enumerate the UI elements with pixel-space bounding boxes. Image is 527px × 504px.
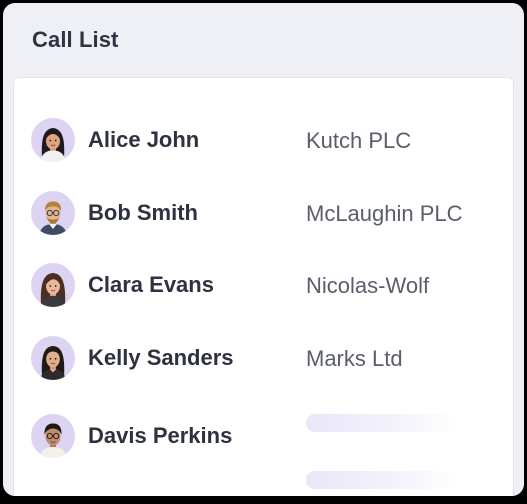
list-item[interactable]: Bob Smith McLaughin PLC bbox=[14, 188, 513, 238]
loading-placeholder bbox=[306, 414, 456, 432]
contact-company: McLaughin PLC bbox=[306, 201, 463, 226]
call-list-panel: Alice John Kutch PLC Bob Smith McLaughin… bbox=[13, 77, 514, 496]
female-avatar-icon bbox=[31, 263, 75, 307]
contact-name: Davis Perkins bbox=[88, 423, 233, 448]
contact-name: Clara Evans bbox=[88, 272, 214, 297]
list-item[interactable]: Alice John Kutch PLC bbox=[14, 115, 513, 165]
list-item[interactable]: Kelly Sanders Marks Ltd bbox=[14, 333, 513, 383]
contact-name: Alice John bbox=[88, 127, 200, 152]
contact-name: Bob Smith bbox=[88, 200, 198, 225]
contact-company: Kutch PLC bbox=[306, 128, 412, 153]
contact-company: Nicolas-Wolf bbox=[306, 273, 430, 298]
male-glasses-avatar-icon bbox=[31, 191, 75, 235]
call-list-card: Call List Alice John Kutch PLC Bob Smith… bbox=[3, 3, 524, 496]
contact-name: Kelly Sanders bbox=[88, 345, 234, 370]
card-header: Call List bbox=[3, 3, 524, 75]
loading-placeholder bbox=[306, 471, 456, 489]
female-avatar-icon bbox=[31, 118, 75, 162]
list-item[interactable]: Clara Evans Nicolas-Wolf bbox=[14, 260, 513, 310]
female-avatar-icon bbox=[31, 336, 75, 380]
male-glasses-avatar-icon bbox=[31, 414, 75, 458]
contact-company: Marks Ltd bbox=[306, 346, 403, 371]
card-title: Call List bbox=[32, 27, 119, 52]
